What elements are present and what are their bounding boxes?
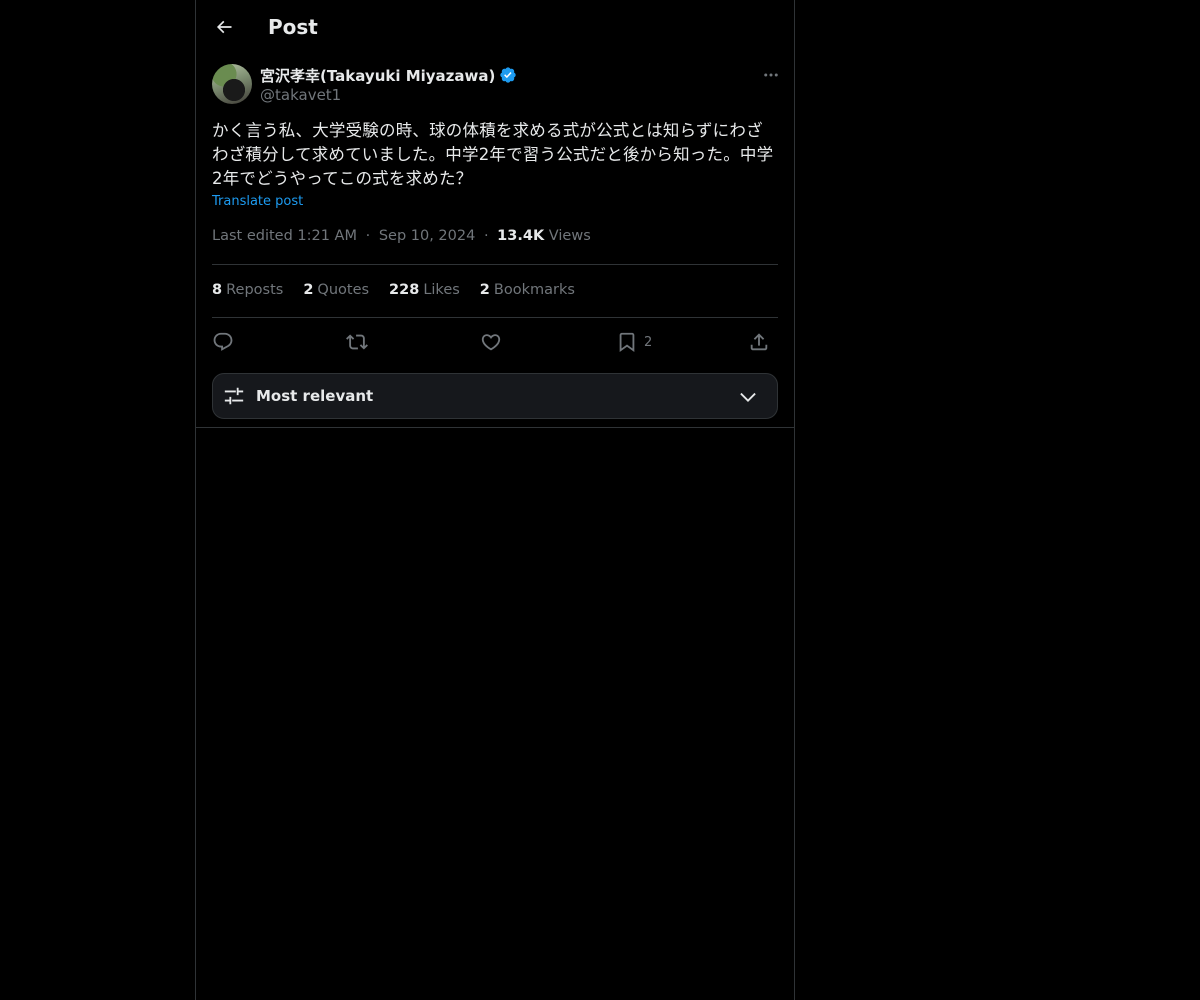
meta-separator: · (483, 228, 489, 244)
quotes-stat[interactable]: 2 Quotes (303, 282, 369, 298)
bookmark-count: 2 (644, 334, 653, 350)
meta-separator: · (365, 228, 371, 244)
views-count: 13.4K (497, 228, 545, 244)
avatar[interactable] (212, 64, 252, 104)
sort-label: Most relevant (256, 387, 374, 405)
author-name[interactable]: 宮沢孝幸(Takayuki Miyazawa) (260, 65, 495, 86)
repost-icon (346, 334, 368, 350)
author-handle[interactable]: @takavet1 (260, 86, 341, 104)
views-label: Views (548, 228, 591, 244)
divider (212, 264, 778, 265)
sliders-icon (224, 387, 244, 405)
tweet-text: かく言う私、大学受験の時、球の体積を求める式が公式とは知らずにわざわざ積分して求… (212, 121, 774, 188)
page-title: Post (268, 15, 318, 39)
bookmark-icon (619, 332, 635, 353)
bookmark-button[interactable]: 2 (616, 326, 652, 358)
author-name-row: 宮沢孝幸(Takayuki Miyazawa) (260, 64, 517, 86)
main-column: Post 宮沢孝幸(Takayuki Miyazawa) @takavet1 か… (195, 0, 795, 1000)
tweet-date[interactable]: Sep 10, 2024 (379, 228, 476, 244)
likes-stat[interactable]: 228 Likes (389, 282, 460, 298)
last-edited-label[interactable]: Last edited 1:21 AM (212, 228, 357, 244)
tweet-meta: Last edited 1:21 AM · Sep 10, 2024 · 13.… (212, 228, 591, 244)
more-dots-icon (764, 73, 778, 77)
divider (212, 317, 778, 318)
back-button[interactable] (208, 11, 240, 43)
arrow-left-icon (216, 20, 232, 34)
bookmarks-stat[interactable]: 2 Bookmarks (480, 282, 575, 298)
reply-sort-dropdown[interactable]: Most relevant (212, 373, 778, 419)
section-divider (196, 427, 794, 428)
engagement-stats: 8 Reposts 2 Quotes 228 Likes 2 Bookmarks (212, 282, 575, 298)
header: Post (196, 0, 794, 54)
like-button[interactable] (480, 326, 502, 358)
verified-badge-icon[interactable] (499, 66, 517, 84)
action-bar: 2 (212, 326, 778, 358)
heart-icon (481, 334, 501, 351)
share-button[interactable] (748, 326, 770, 358)
chevron-down-icon (740, 392, 756, 402)
reply-icon (213, 332, 233, 351)
repost-button[interactable] (346, 326, 368, 358)
more-options-button[interactable] (760, 64, 782, 86)
translate-post-link[interactable]: Translate post (212, 194, 303, 209)
share-icon (750, 333, 768, 351)
reposts-stat[interactable]: 8 Reposts (212, 282, 283, 298)
reply-button[interactable] (212, 326, 234, 358)
